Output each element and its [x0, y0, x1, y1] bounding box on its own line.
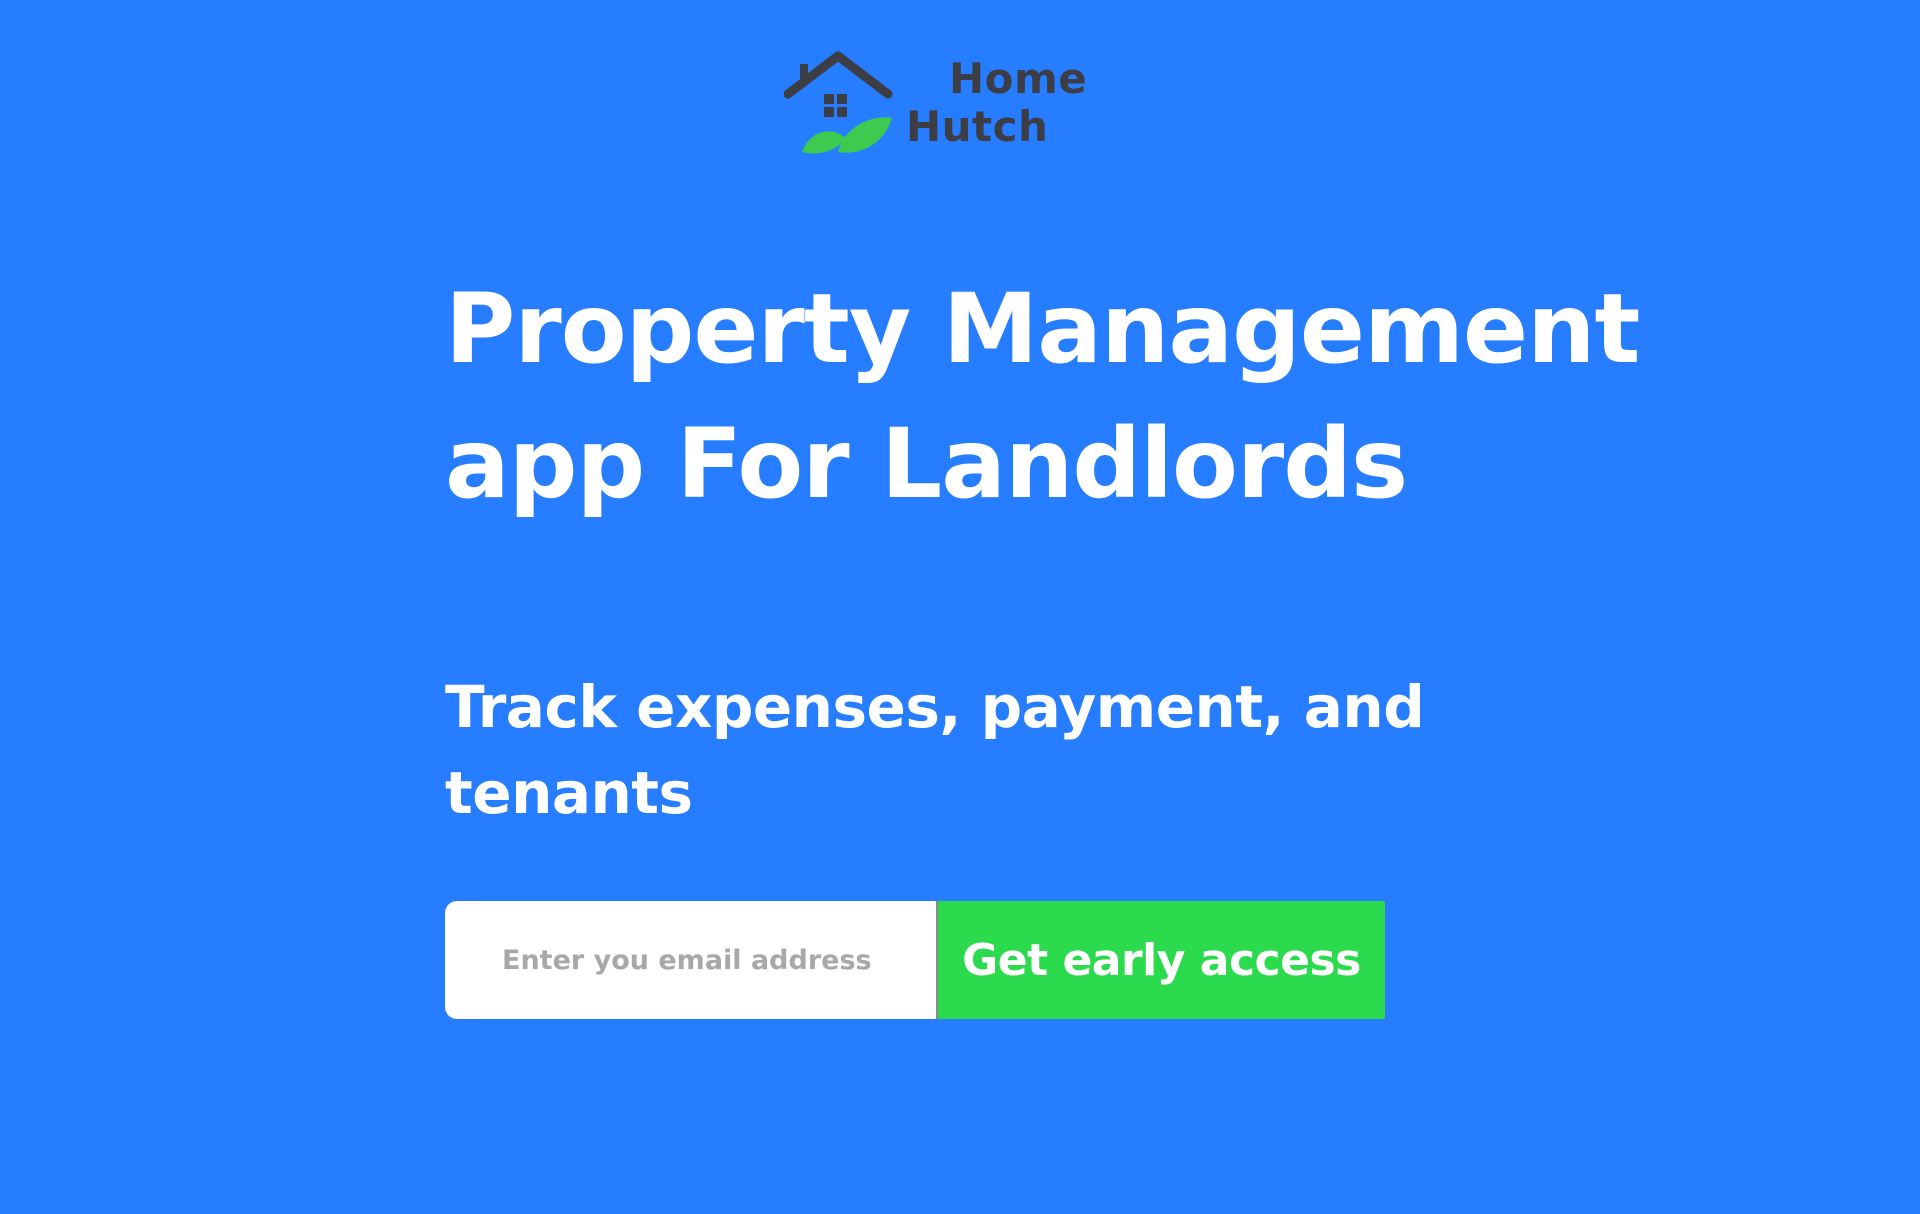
- hero-headline: Property Management app For Landlords: [445, 273, 1640, 520]
- logo-text-home: Home: [949, 54, 1088, 103]
- hero-subheadline: Track expenses, payment, and tenants: [445, 673, 1425, 827]
- logo-text-hutch: Hutch: [906, 102, 1049, 151]
- get-early-access-button[interactable]: Get early access: [936, 901, 1385, 1019]
- house-with-leaves-icon: [784, 51, 893, 154]
- email-input[interactable]: [445, 901, 936, 1019]
- early-access-form: Get early access: [445, 901, 1385, 1019]
- brand-logo[interactable]: Home Hutch: [784, 48, 1094, 162]
